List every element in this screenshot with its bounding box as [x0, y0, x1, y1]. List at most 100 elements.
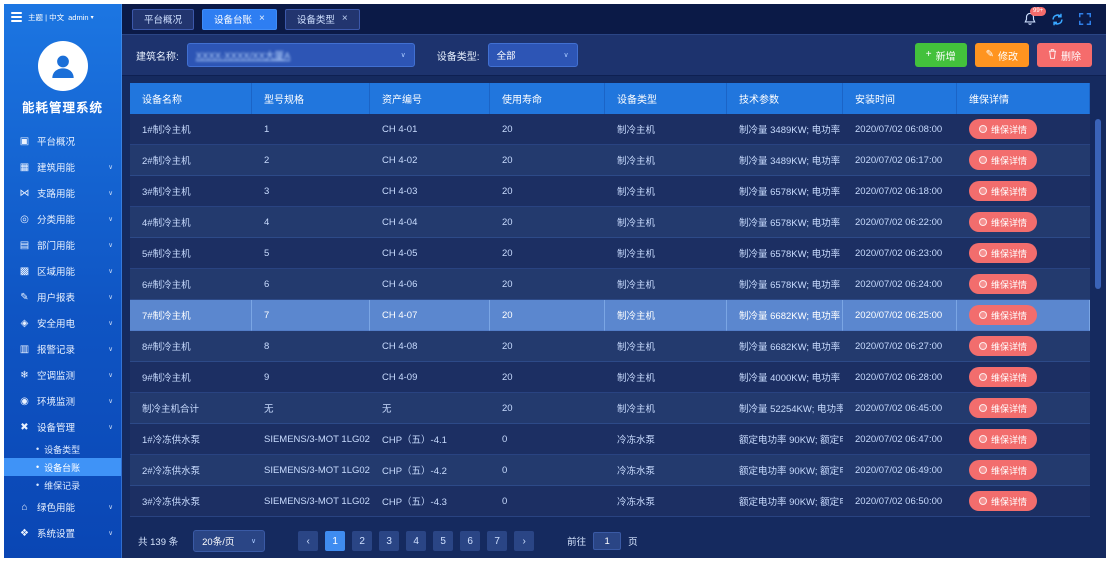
goto-page-input[interactable] [593, 532, 621, 550]
sidebar-item[interactable]: ✎用户报表∨ [4, 284, 121, 310]
sidebar-item[interactable]: ✖设备管理∨ [4, 414, 121, 440]
maintenance-detail-button[interactable]: 维保详情 [969, 305, 1037, 325]
table-cell-tech: 制冷量 6578KW; 电功率 2... [727, 176, 843, 207]
next-page-button[interactable]: › [514, 531, 534, 551]
maintenance-detail-button[interactable]: 维保详情 [969, 429, 1037, 449]
table-cell-actions: 维保详情 [957, 145, 1090, 176]
sidebar-item[interactable]: ▤部门用能∨ [4, 232, 121, 258]
column-header: 设备类型 [605, 83, 727, 114]
table-cell-tech: 制冷量 6682KW; 电功率 1... [727, 300, 843, 331]
sidebar-subitem[interactable]: • 维保记录 [4, 476, 121, 494]
table-scrollbar [1095, 83, 1101, 524]
page-button-2[interactable]: 2 [352, 531, 372, 551]
chevron-down-icon: ∨ [563, 51, 568, 59]
table-cell-tech: 制冷量 6578KW; 电功率 2... [727, 207, 843, 238]
sidebar-item[interactable]: ❄空调监测∨ [4, 362, 121, 388]
page-button-1[interactable]: 1 [325, 531, 345, 551]
table-cell-model: 2 [252, 145, 370, 176]
add-button[interactable]: + 新增 [915, 43, 967, 67]
table-cell-name: 9#制冷主机 [130, 362, 252, 393]
menu-toggle-icon[interactable] [9, 10, 24, 24]
theme-language-switch[interactable]: 主题 | 中文 [28, 12, 64, 23]
sidebar-item-label: 报警记录 [37, 342, 108, 356]
sidebar-item[interactable]: ◎分类用能∨ [4, 206, 121, 232]
chevron-icon: ∨ [108, 215, 113, 223]
sidebar-item[interactable]: ▦建筑用能∨ [4, 154, 121, 180]
column-header: 安装时间 [843, 83, 957, 114]
page-button-7[interactable]: 7 [487, 531, 507, 551]
chevron-icon: ∨ [108, 397, 113, 405]
sidebar-subitem-label: 维保记录 [44, 479, 80, 492]
sidebar-item[interactable]: ▩区域用能∨ [4, 258, 121, 284]
page-button-6[interactable]: 6 [460, 531, 480, 551]
page-button-4[interactable]: 4 [406, 531, 426, 551]
fullscreen-icon[interactable] [1078, 12, 1092, 26]
add-button-label: 新增 [936, 48, 956, 63]
tab-1[interactable]: 平台概况 [132, 9, 194, 30]
maintenance-detail-button[interactable]: 维保详情 [969, 119, 1037, 139]
sidebar-item[interactable]: ◉环境监测∨ [4, 388, 121, 414]
table-cell-name: 1#制冷主机 [130, 114, 252, 145]
table-cell-actions: 维保详情 [957, 300, 1090, 331]
wrench-icon [979, 404, 987, 412]
sidebar-subitem[interactable]: •设备台账 [4, 458, 121, 476]
close-icon[interactable]: × [342, 14, 348, 24]
maintenance-detail-button[interactable]: 维保详情 [969, 150, 1037, 170]
maintenance-detail-button[interactable]: 维保详情 [969, 274, 1037, 294]
maintenance-detail-button[interactable]: 维保详情 [969, 460, 1037, 480]
column-header: 资产编号 [370, 83, 490, 114]
table-cell-asset: CH 4-03 [370, 176, 490, 207]
sidebar-item[interactable]: ⌂绿色用能∨ [4, 494, 121, 520]
prev-page-button[interactable]: ‹ [298, 531, 318, 551]
table-cell-actions: 维保详情 [957, 207, 1090, 238]
page-button-5[interactable]: 5 [433, 531, 453, 551]
system-settings-icon: ❖ [17, 528, 32, 539]
page-size-select[interactable]: 20条/页 ∨ [193, 530, 265, 552]
refresh-icon[interactable] [1050, 12, 1065, 27]
edit-button[interactable]: ✎ 修改 [975, 43, 1029, 67]
sidebar: 主题 | 中文 admin ▾ 能耗管理系统 ▣平台概况▦建筑用能∨⋈支路用能∨… [4, 4, 122, 558]
device-type-select[interactable]: 全部 ∨ [488, 43, 578, 67]
scrollbar-thumb[interactable] [1095, 119, 1101, 289]
table-cell-life: 20 [490, 207, 605, 238]
table-cell-actions: 维保详情 [957, 362, 1090, 393]
table-cell-time: 2020/07/02 06:50:00 [843, 486, 957, 517]
table-cell-model: 1 [252, 114, 370, 145]
maintenance-detail-button[interactable]: 维保详情 [969, 181, 1037, 201]
tab-2[interactable]: 设备台账× [202, 9, 277, 30]
delete-button[interactable]: 删除 [1037, 43, 1092, 67]
table-cell-actions: 维保详情 [957, 424, 1090, 455]
user-menu[interactable]: admin ▾ [68, 13, 93, 22]
close-icon[interactable]: × [259, 14, 265, 24]
maintenance-detail-button[interactable]: 维保详情 [969, 367, 1037, 387]
maintenance-detail-button[interactable]: 维保详情 [969, 243, 1037, 263]
table-cell-tech: 额定电功率 90KW; 额定电... [727, 455, 843, 486]
sidebar-item[interactable]: ⋈支路用能∨ [4, 180, 121, 206]
bullet-icon: • [36, 480, 39, 490]
maintenance-detail-button[interactable]: 维保详情 [969, 336, 1037, 356]
sidebar-item[interactable]: ❖系统设置∨ [4, 520, 121, 546]
page-button-3[interactable]: 3 [379, 531, 399, 551]
building-select[interactable]: XXXX·XXXX/XX大厦A ∨ [187, 43, 415, 67]
chevron-icon: ∨ [108, 241, 113, 249]
chevron-down-icon: ∨ [401, 51, 406, 59]
pagination-bar: 共 139 条 20条/页 ∨ ‹ 1234567 › 前往 页 [122, 524, 1106, 558]
maintenance-detail-button[interactable]: 维保详情 [969, 491, 1037, 511]
sidebar-subitem[interactable]: •设备类型 [4, 440, 121, 458]
maintenance-detail-button[interactable]: 维保详情 [969, 212, 1037, 232]
sidebar-item[interactable]: ▥报警记录∨ [4, 336, 121, 362]
sidebar-item-label: 部门用能 [37, 238, 108, 252]
sidebar-item-label: 绿色用能 [37, 500, 108, 514]
sidebar-item[interactable]: ▣平台概况 [4, 128, 121, 154]
notification-badge: 99+ [1030, 7, 1046, 16]
ac-monitor-icon: ❄ [17, 370, 32, 381]
tab-3[interactable]: 设备类型× [285, 9, 360, 30]
table-cell-life: 20 [490, 238, 605, 269]
notifications-bell-icon[interactable]: 99+ [1023, 12, 1037, 26]
table-cell-time: 2020/07/02 06:45:00 [843, 393, 957, 424]
column-header: 型号规格 [252, 83, 370, 114]
wrench-icon [979, 311, 987, 319]
maintenance-detail-button[interactable]: 维保详情 [969, 398, 1037, 418]
sidebar-item[interactable]: ◈安全用电∨ [4, 310, 121, 336]
wrench-icon [979, 156, 987, 164]
